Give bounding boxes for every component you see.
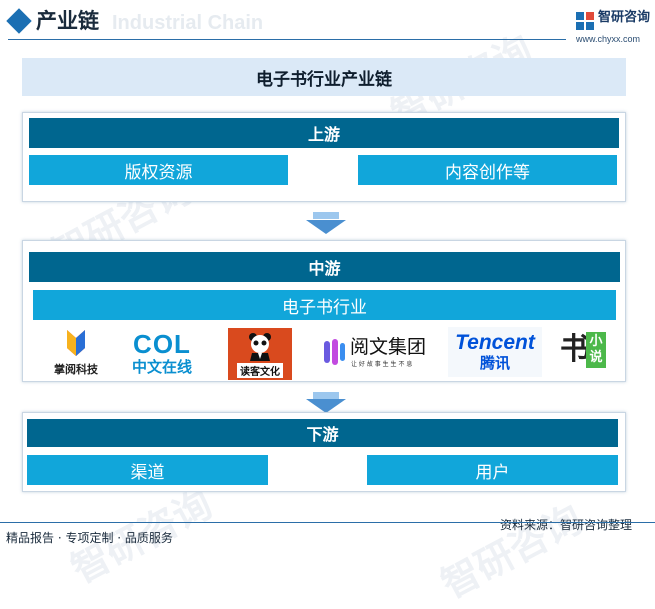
zhangyue-logo-icon xyxy=(67,329,85,356)
footer-slogan: 精品报告 · 专项定制 · 品质服务 xyxy=(6,531,173,545)
page-title: 产业链 xyxy=(36,9,99,33)
logo-col-text: 中文在线 xyxy=(131,358,192,376)
downstream-item-user: 用户 xyxy=(367,455,618,485)
col-logo-icon: COL xyxy=(133,329,191,359)
header-divider xyxy=(8,39,566,40)
logo-yuewen-text: 阅文集团 xyxy=(350,336,427,358)
diagram-title: 电子书行业产业链 xyxy=(22,58,626,96)
logo-tencent: Tencent 腾讯 xyxy=(448,327,542,377)
watermark: 智研咨询 xyxy=(434,496,590,607)
flow-arrow-base xyxy=(313,392,339,399)
upstream-item-copyright: 版权资源 xyxy=(29,155,288,185)
yuewen-logo-icon xyxy=(324,339,345,365)
logo-duke: 读客文化 xyxy=(228,328,292,380)
flow-arrow-base xyxy=(313,212,339,219)
downstream-item-channel: 渠道 xyxy=(27,455,268,485)
source-note: 资料来源：智研咨询整理 xyxy=(500,518,633,532)
downstream-header: 下游 xyxy=(27,419,618,447)
logo-duke-text: 读客文化 xyxy=(237,362,283,378)
logo-shuqi: 书 小说 xyxy=(560,330,608,376)
logo-zhangyue-text: 掌阅科技 xyxy=(54,362,98,376)
logo-yuewen: 阅文集团 让 好 故 事 生 生 不 息 xyxy=(322,335,440,371)
footer-divider xyxy=(0,522,655,523)
brand-name: 智研咨询 xyxy=(598,10,651,25)
logo-shuqi-text: 小说 xyxy=(586,332,606,368)
midstream-industry: 电子书行业 xyxy=(33,290,616,320)
tencent-logo-icon: Tencent xyxy=(455,331,535,354)
upstream-header: 上游 xyxy=(29,118,619,148)
flow-arrow-icon xyxy=(306,220,346,234)
flow-arrow-icon xyxy=(306,399,346,413)
logo-yuewen-slogan: 让 好 故 事 生 生 不 息 xyxy=(351,361,413,368)
page-title-en: Industrial Chain xyxy=(112,12,264,34)
brand-logo-icon xyxy=(576,12,594,30)
logo-col: COL 中文在线 xyxy=(122,328,202,378)
brand-url: www.chyxx.com xyxy=(576,34,641,44)
panda-logo-icon xyxy=(249,332,271,361)
upstream-item-content: 内容创作等 xyxy=(358,155,617,185)
midstream-header: 中游 xyxy=(29,252,620,282)
header-diamond-icon xyxy=(6,8,32,34)
logo-tencent-text: 腾讯 xyxy=(479,354,510,372)
logo-zhangyue: 掌阅科技 xyxy=(40,326,112,378)
